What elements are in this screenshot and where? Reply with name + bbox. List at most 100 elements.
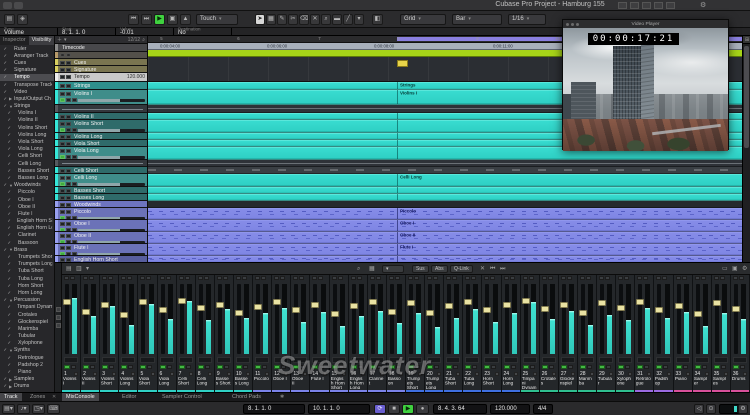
visibility-item[interactable]: ✓ Tuba Long [0, 275, 54, 282]
checkmark-icon[interactable]: ✓ [7, 197, 12, 202]
monitor-button[interactable] [66, 252, 71, 255]
record-enable-button[interactable] [83, 365, 89, 369]
checkmark-icon[interactable]: ✓ [7, 168, 12, 173]
channel-strip[interactable]: 34 Sampler [693, 275, 712, 393]
rack-slot-icon[interactable] [318, 276, 323, 280]
visibility-item[interactable]: ✓ Timpani Dynam [0, 304, 54, 311]
record-enable-button[interactable] [236, 365, 242, 369]
visibility-item[interactable]: ✓ Violins II [0, 117, 54, 124]
rack-slot-icon[interactable] [523, 276, 528, 280]
visibility-item[interactable]: ✓ Padshop 2 [0, 361, 54, 368]
mixer-setup-icon[interactable]: ▾ [86, 265, 89, 273]
record-enable-button[interactable] [64, 365, 70, 369]
mute-button[interactable] [60, 176, 65, 180]
q-link-button[interactable]: Q-Link [450, 265, 473, 273]
channel-name[interactable]: Celli Short [177, 377, 194, 389]
rack-slot-icon[interactable] [70, 276, 75, 280]
monitor-button[interactable] [66, 228, 71, 231]
rack-slot-icon[interactable] [121, 276, 126, 280]
automation-mode-dropdown[interactable]: Touch▾ [196, 14, 238, 25]
channel-strip[interactable]: 35 Samples [712, 275, 731, 393]
rack-slot-icon[interactable] [160, 276, 165, 280]
checkmark-icon[interactable]: ✓ [7, 362, 12, 367]
monitor-button[interactable] [128, 365, 133, 369]
checkmark-icon[interactable]: ✓ [7, 132, 12, 137]
edit-channel-button[interactable] [72, 240, 77, 243]
visibility-item[interactable]: ✓ Violins Short [0, 124, 54, 131]
metronome-icon[interactable]: ▲ [180, 14, 191, 25]
workspace-layout-icon[interactable] [666, 2, 675, 9]
monitor-button[interactable] [66, 240, 71, 243]
record-enable-button[interactable] [542, 365, 548, 369]
channel-strip[interactable]: 13 Oboe II [291, 275, 310, 393]
edit-channel-icon[interactable] [74, 372, 78, 376]
rack-slot-icon[interactable] [108, 276, 113, 280]
info-field[interactable]: Type Volume [0, 28, 58, 36]
visibility-item[interactable]: ✓ ▼ Strings [0, 103, 54, 110]
clip-lane[interactable]: Celli Long [148, 174, 742, 187]
visibility-item[interactable]: ✓ Viola Short [0, 138, 54, 145]
fader-value-readout[interactable] [618, 357, 632, 363]
channel-strip[interactable]: 11 Piccolo [253, 275, 272, 393]
channel-name[interactable]: Drums [731, 377, 748, 389]
fader-handle[interactable] [331, 311, 339, 317]
fader-handle[interactable] [407, 300, 415, 306]
color-tool-icon[interactable]: ▾ [354, 14, 364, 25]
visibility-item[interactable]: ✓ Oboe II [0, 203, 54, 210]
channel-name[interactable]: Xylophone [616, 377, 633, 389]
record-enable-button[interactable] [676, 365, 682, 369]
visibility-item[interactable]: ✓ Cues [0, 59, 54, 66]
monitor-button[interactable] [702, 365, 707, 369]
checkmark-icon[interactable]: ✓ [3, 82, 8, 87]
solo-button[interactable] [66, 196, 71, 200]
checkmark-icon[interactable]: ✓ [3, 68, 8, 73]
fader-handle[interactable] [483, 307, 491, 313]
channel-name[interactable]: Horn Long [502, 377, 519, 389]
visibility-item[interactable]: ✓ Piano [0, 368, 54, 375]
visibility-item[interactable]: ✓ Crotales [0, 311, 54, 318]
rack-slot-icon[interactable] [83, 276, 88, 280]
channel-strip[interactable]: 33 Piano [674, 275, 693, 393]
rack-slot-icon[interactable] [389, 276, 394, 280]
fader-handle[interactable] [541, 306, 549, 312]
fader-handle[interactable] [426, 310, 434, 316]
channel-name[interactable]: Celli Long [196, 377, 213, 389]
fader-value-readout[interactable] [714, 357, 728, 363]
mute-button[interactable] [60, 53, 65, 57]
record-enable-button[interactable] [695, 365, 701, 369]
track-row[interactable]: Violins II [55, 113, 147, 120]
rack-slot-icon[interactable] [204, 276, 209, 280]
fader-value-readout[interactable] [523, 357, 537, 363]
rack-slot-icon[interactable] [637, 276, 642, 280]
solo-button[interactable] [66, 122, 71, 126]
monitor-button[interactable] [71, 365, 76, 369]
monitor-button[interactable] [568, 365, 573, 369]
rack-slot-icon[interactable] [179, 276, 184, 280]
mute-button[interactable] [60, 203, 65, 207]
fader-handle[interactable] [273, 299, 281, 305]
track-volume-slider[interactable] [78, 217, 145, 220]
checkmark-icon[interactable]: ✓ [7, 111, 12, 116]
channel-strip[interactable]: 15 English Horn Short [330, 275, 349, 393]
monitor-button[interactable] [396, 365, 401, 369]
mute-button[interactable] [60, 210, 65, 214]
fader-handle[interactable] [311, 302, 319, 308]
edit-channel-icon[interactable] [628, 372, 632, 376]
rack-slot-icon[interactable] [127, 276, 132, 280]
clip-lane[interactable]: Flute I [148, 244, 742, 256]
rack-slot-icon[interactable] [643, 276, 648, 280]
fader-handle[interactable] [159, 307, 167, 313]
channel-name[interactable]: Trumpets Short [406, 377, 423, 389]
channel-name[interactable]: Violins I [62, 377, 79, 389]
channel-strip[interactable]: 21 Tuba Short [444, 275, 463, 393]
channel-strip[interactable]: 7 Celli Short [177, 275, 196, 393]
mute-button[interactable] [60, 142, 65, 146]
fader-handle[interactable] [197, 305, 205, 311]
edit-channel-icon[interactable] [208, 372, 212, 376]
track-row[interactable]: Celli Long [55, 174, 147, 187]
edit-channel-icon[interactable] [380, 372, 384, 376]
channel-strip[interactable]: 24 Horn Long [502, 275, 521, 393]
visibility-item[interactable]: ✓ Celli Long [0, 160, 54, 167]
record-enable-button[interactable] [293, 365, 299, 369]
visibility-item[interactable]: ✓ Trumpets Short [0, 253, 54, 260]
